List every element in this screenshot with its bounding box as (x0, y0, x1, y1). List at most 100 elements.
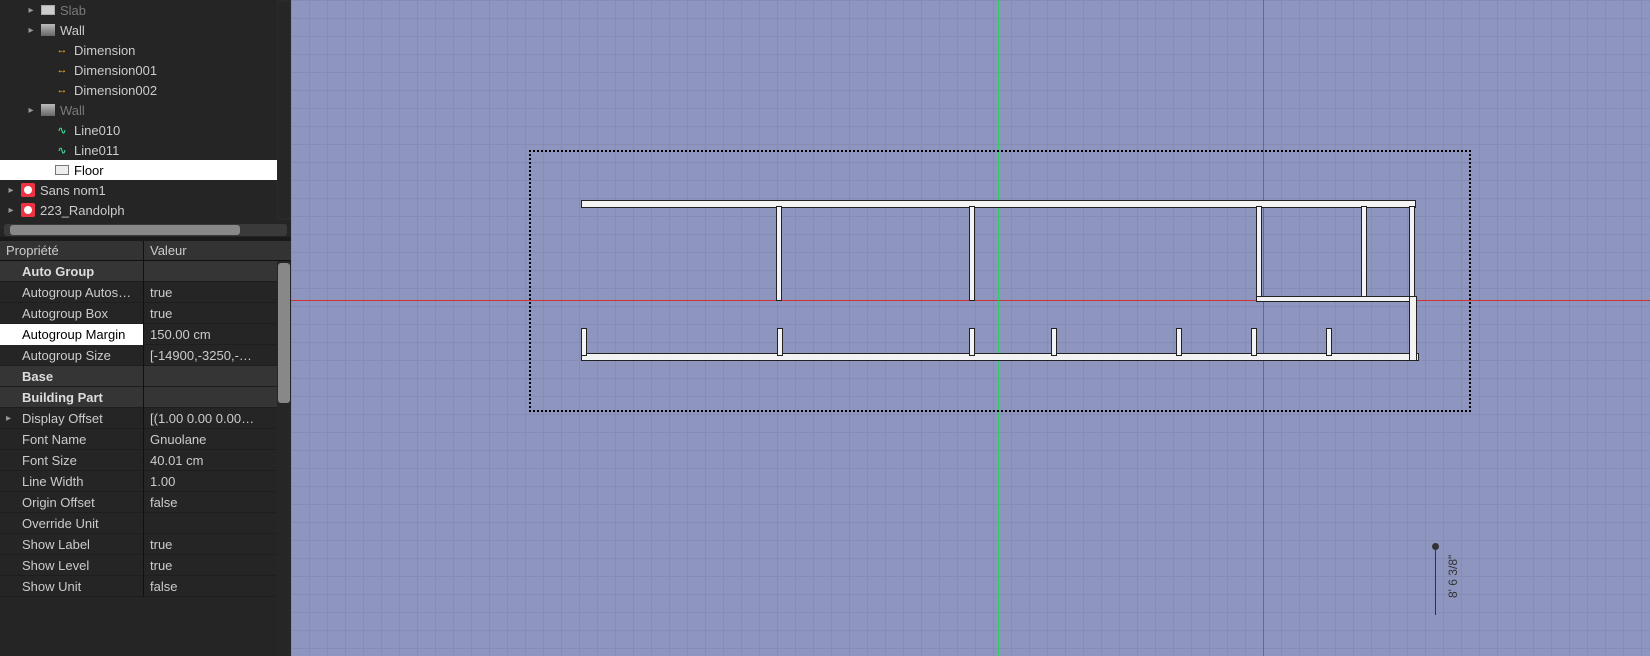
property-value[interactable]: true (144, 534, 291, 555)
property-value[interactable]: 40.01 cm (144, 450, 291, 471)
line-icon: ∿ (57, 124, 66, 137)
wall-segment[interactable] (777, 328, 783, 356)
wall-segment[interactable] (969, 328, 975, 356)
property-name: Override Unit (0, 513, 144, 534)
property-row[interactable]: Autogroup Size[-14900,-3250,-… (0, 345, 291, 366)
property-name: Origin Offset (0, 492, 144, 513)
property-row[interactable]: Show Unitfalse (0, 576, 291, 597)
property-name: Show Level (0, 555, 144, 576)
property-row[interactable]: Font NameGnuolane (0, 429, 291, 450)
property-name: Autogroup Margin (0, 324, 144, 345)
wall-icon (41, 24, 55, 36)
tree-item-label: Dimension002 (74, 83, 157, 98)
property-header: Propriété Valeur (0, 241, 291, 261)
viewport-3d[interactable]: 8' 6 3/8" (291, 0, 1650, 656)
property-name: Autogroup Size (0, 345, 144, 366)
tree-item-label: Line010 (74, 123, 120, 138)
wall-segment[interactable] (1256, 296, 1416, 302)
property-value[interactable]: 150.00 cm (144, 324, 291, 345)
property-value[interactable]: true (144, 303, 291, 324)
property-row[interactable]: Autogroup Autos…true (0, 282, 291, 303)
tree-item[interactable]: ↔Dimension002 (0, 80, 291, 100)
expander-icon[interactable]: ▸ (26, 105, 36, 116)
tree-item[interactable]: ▸ 223_Randolph (0, 200, 291, 220)
wall-segment[interactable] (969, 206, 975, 301)
tree-item[interactable]: ▸ Wall (0, 20, 291, 40)
property-value[interactable]: 1.00 (144, 471, 291, 492)
tree-item[interactable]: ↔ Dimension001 (0, 60, 291, 80)
expander-icon[interactable]: ▸ (6, 185, 16, 196)
wall-segment[interactable] (1326, 328, 1332, 356)
tree-item-label: Floor (74, 163, 104, 178)
tree-item[interactable]: ▸ Slab (0, 0, 291, 20)
wall-segment[interactable] (776, 206, 782, 301)
tree-horizontal-scrollbar[interactable] (0, 223, 291, 237)
property-row[interactable]: Origin Offsetfalse (0, 492, 291, 513)
property-name: Show Unit (0, 576, 144, 597)
expander-icon[interactable]: ▸ (6, 205, 16, 216)
tree-item-label: 223_Randolph (40, 203, 125, 218)
property-name: Building Part (0, 387, 144, 408)
property-row[interactable]: Show Leveltrue (0, 555, 291, 576)
property-row[interactable]: Line Width1.00 (0, 471, 291, 492)
wall-segment[interactable] (1251, 328, 1257, 356)
dimension-label: 8' 6 3/8" (1446, 555, 1460, 598)
document-icon (21, 183, 35, 197)
property-row[interactable]: Font Size40.01 cm (0, 450, 291, 471)
property-value[interactable]: false (144, 576, 291, 597)
tree-item[interactable]: ▸Wall (0, 100, 291, 120)
tree-item-label: Dimension001 (74, 63, 157, 78)
property-row[interactable]: Autogroup Boxtrue (0, 303, 291, 324)
expander-icon[interactable]: ▸ (26, 5, 36, 16)
sidebar: ▸Slab▸Wall↔Dimension↔Dimension001↔Dimens… (0, 0, 291, 656)
property-name: Show Label (0, 534, 144, 555)
property-row[interactable]: Autogroup Margin150.00 cm (0, 324, 291, 345)
property-group[interactable]: Auto Group (0, 261, 291, 282)
wall-segment[interactable] (1361, 206, 1367, 301)
tree-item[interactable]: ▸Sans nom1 (0, 180, 291, 200)
property-header-value[interactable]: Valeur (144, 241, 291, 260)
property-name: Display Offset (0, 408, 144, 429)
property-value[interactable]: true (144, 555, 291, 576)
tree-vertical-scrollbar[interactable] (277, 0, 291, 220)
property-group[interactable]: Base (0, 366, 291, 387)
tree-item-label: Dimension (74, 43, 135, 58)
tree-item-label: Slab (60, 3, 86, 18)
wall-segment[interactable] (581, 353, 1419, 361)
property-header-name[interactable]: Propriété (0, 241, 144, 260)
wall-segment[interactable] (1176, 328, 1182, 356)
property-value[interactable]: [(1.00 0.00 0.00… (144, 408, 291, 429)
wall-segment[interactable] (1409, 206, 1415, 301)
dimension-icon: ↔ (57, 44, 68, 56)
dimension-line[interactable] (1435, 545, 1437, 615)
tree-item-label: Wall (60, 23, 85, 38)
wall-segment[interactable] (1051, 328, 1057, 356)
property-name: Base (0, 366, 144, 387)
property-value[interactable]: true (144, 282, 291, 303)
property-row[interactable]: Show Labeltrue (0, 534, 291, 555)
property-row[interactable]: ▸Display Offset[(1.00 0.00 0.00… (0, 408, 291, 429)
property-name: Autogroup Box (0, 303, 144, 324)
expander-icon[interactable]: ▸ (6, 413, 11, 424)
property-vertical-scrollbar[interactable] (277, 261, 291, 656)
property-value[interactable]: [-14900,-3250,-… (144, 345, 291, 366)
root: ▸Slab▸Wall↔Dimension↔Dimension001↔Dimens… (0, 0, 1650, 656)
property-value[interactable]: Gnuolane (144, 429, 291, 450)
property-row[interactable]: Override Unit (0, 513, 291, 534)
dimension-icon: ↔ (57, 64, 68, 76)
tree-item[interactable]: Floor (0, 160, 291, 180)
property-value[interactable]: false (144, 492, 291, 513)
property-group[interactable]: Building Part (0, 387, 291, 408)
tree-item[interactable]: ↔ Dimension (0, 40, 291, 60)
wall-segment[interactable] (1256, 206, 1262, 301)
wall-segment[interactable] (581, 328, 587, 356)
wall-segment[interactable] (1409, 296, 1417, 361)
tree-view[interactable]: ▸Slab▸Wall↔Dimension↔Dimension001↔Dimens… (0, 0, 291, 220)
expander-icon[interactable]: ▸ (26, 25, 36, 36)
property-name: Auto Group (0, 261, 144, 282)
property-name: Font Size (0, 450, 144, 471)
selection-bounding-box (529, 150, 1471, 412)
wall-segment[interactable] (581, 200, 1416, 208)
tree-item[interactable]: ∿ Line010 (0, 120, 291, 140)
tree-item[interactable]: ∿Line011 (0, 140, 291, 160)
